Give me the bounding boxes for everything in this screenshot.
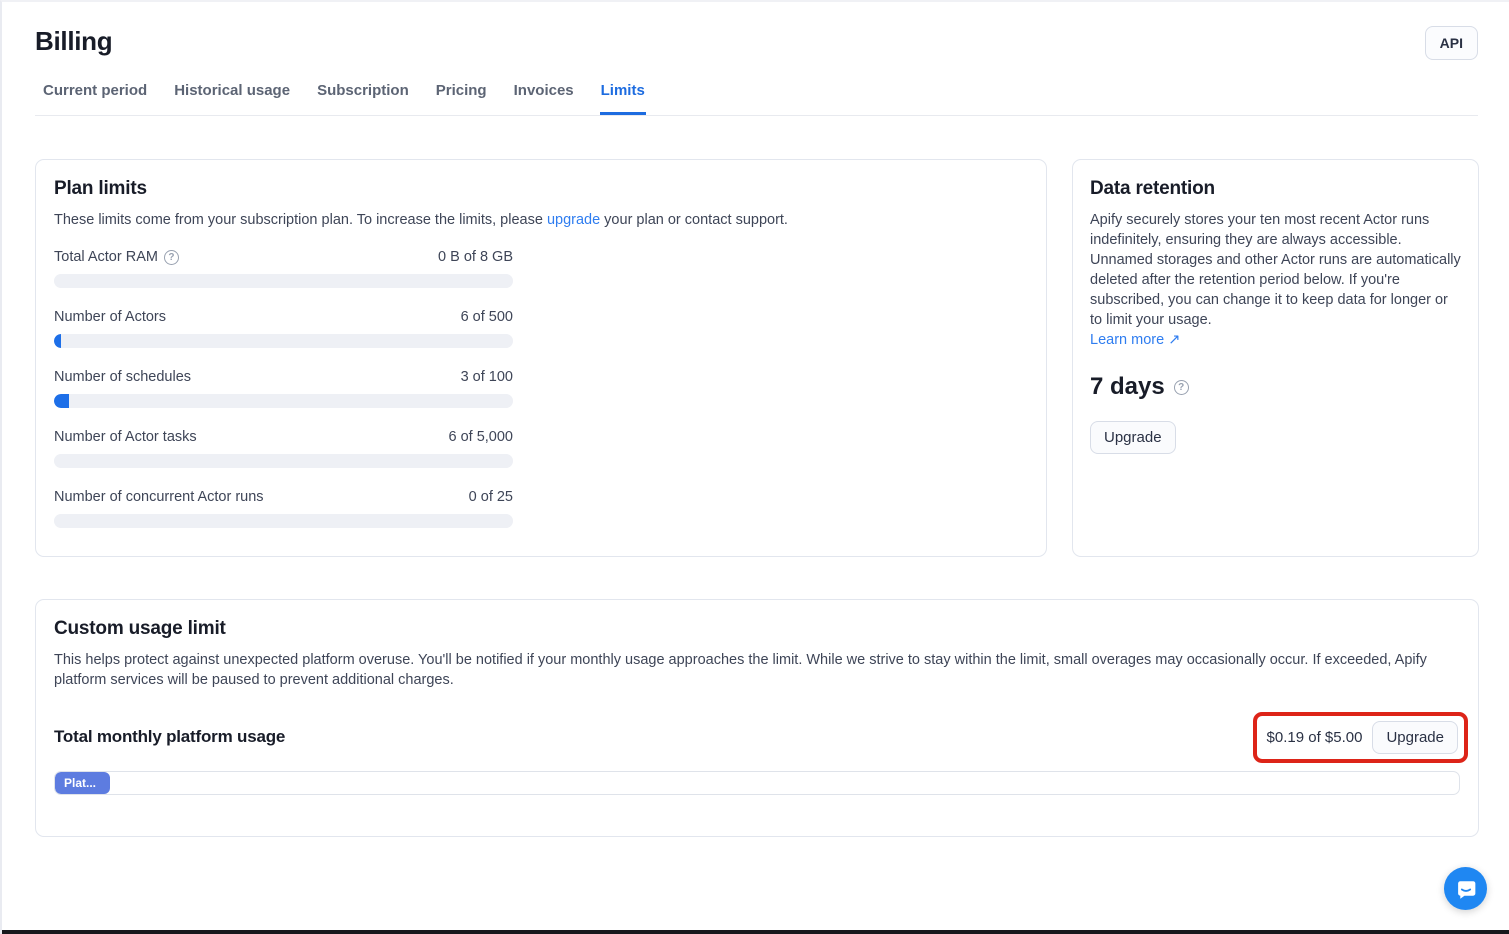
progress-bar xyxy=(54,334,513,348)
tab-historical-usage[interactable]: Historical usage xyxy=(173,80,291,115)
limit-value: 0 of 25 xyxy=(469,489,513,505)
custom-usage-limit-card: Custom usage limit This helps protect ag… xyxy=(35,599,1479,837)
plan-limits-list: Total Actor RAM ? 0 B of 8 GB Number of … xyxy=(54,249,513,528)
tab-pricing[interactable]: Pricing xyxy=(435,80,488,115)
tab-subscription[interactable]: Subscription xyxy=(316,80,410,115)
plan-limits-desc-suffix: your plan or contact support. xyxy=(600,212,788,228)
usage-platform-segment: Plat... xyxy=(55,772,110,794)
retention-period-value: 7 days xyxy=(1090,373,1165,401)
usage-value: $0.19 of $5.00 xyxy=(1267,729,1363,746)
plan-limits-title: Plan limits xyxy=(54,178,1028,200)
limit-label: Number of Actors xyxy=(54,309,166,325)
upgrade-link[interactable]: upgrade xyxy=(547,212,600,228)
limit-row-number-of-actor-tasks: Number of Actor tasks 6 of 5,000 xyxy=(54,429,513,468)
retention-upgrade-button[interactable]: Upgrade xyxy=(1090,421,1176,454)
limit-label: Number of concurrent Actor runs xyxy=(54,489,264,505)
progress-bar xyxy=(54,514,513,528)
window-bottom-edge xyxy=(2,930,1509,934)
limit-value: 0 B of 8 GB xyxy=(438,249,513,265)
progress-bar xyxy=(54,454,513,468)
monthly-usage-progress-bar: Plat... xyxy=(54,771,1460,795)
help-icon[interactable]: ? xyxy=(164,250,179,265)
limit-row-concurrent-actor-runs: Number of concurrent Actor runs 0 of 25 xyxy=(54,489,513,528)
usage-segment-label: Plat... xyxy=(64,776,96,790)
limit-label: Number of Actor tasks xyxy=(54,429,197,445)
tab-limits[interactable]: Limits xyxy=(600,80,646,115)
custom-usage-description: This helps protect against unexpected pl… xyxy=(54,650,1460,690)
plan-limits-description: These limits come from your subscription… xyxy=(54,210,1028,230)
limit-value: 6 of 5,000 xyxy=(449,429,514,445)
limit-row-number-of-schedules: Number of schedules 3 of 100 xyxy=(54,369,513,408)
tab-invoices[interactable]: Invoices xyxy=(513,80,575,115)
usage-header-row: Total monthly platform usage $0.19 of $5… xyxy=(54,712,1460,762)
data-retention-desc-text: Apify securely stores your ten most rece… xyxy=(1090,212,1461,328)
page-header: Billing API xyxy=(2,2,1509,60)
billing-tabs: Current period Historical usage Subscrip… xyxy=(35,80,1478,116)
chat-bubble-icon xyxy=(1455,878,1477,900)
plan-limits-card: Plan limits These limits come from your … xyxy=(35,159,1047,557)
usage-upgrade-button[interactable]: Upgrade xyxy=(1372,721,1458,754)
external-link-arrow-icon: ↗ xyxy=(1168,332,1180,348)
tab-current-period[interactable]: Current period xyxy=(42,80,148,115)
limit-value: 3 of 100 xyxy=(461,369,513,385)
annotation-highlight-box: $0.19 of $5.00 Upgrade xyxy=(1253,712,1468,763)
progress-bar xyxy=(54,394,513,408)
custom-usage-title: Custom usage limit xyxy=(54,618,1460,640)
learn-more-link[interactable]: Learn more ↗ xyxy=(1090,332,1180,348)
data-retention-description: Apify securely stores your ten most rece… xyxy=(1090,210,1461,350)
limit-value: 6 of 500 xyxy=(461,309,513,325)
limit-label: Number of schedules xyxy=(54,369,191,385)
data-retention-title: Data retention xyxy=(1090,178,1461,200)
limit-label: Total Actor RAM xyxy=(54,249,158,265)
plan-limits-desc-prefix: These limits come from your subscription… xyxy=(54,212,547,228)
progress-bar xyxy=(54,274,513,288)
limit-row-number-of-actors: Number of Actors 6 of 500 xyxy=(54,309,513,348)
data-retention-card: Data retention Apify securely stores you… xyxy=(1072,159,1479,557)
help-icon[interactable]: ? xyxy=(1174,380,1189,395)
limit-row-total-actor-ram: Total Actor RAM ? 0 B of 8 GB xyxy=(54,249,513,288)
api-button[interactable]: API xyxy=(1425,26,1478,60)
learn-more-label: Learn more xyxy=(1090,332,1164,348)
page-title: Billing xyxy=(35,26,112,57)
total-monthly-usage-label: Total monthly platform usage xyxy=(54,727,285,747)
chat-widget-button[interactable] xyxy=(1444,867,1487,910)
